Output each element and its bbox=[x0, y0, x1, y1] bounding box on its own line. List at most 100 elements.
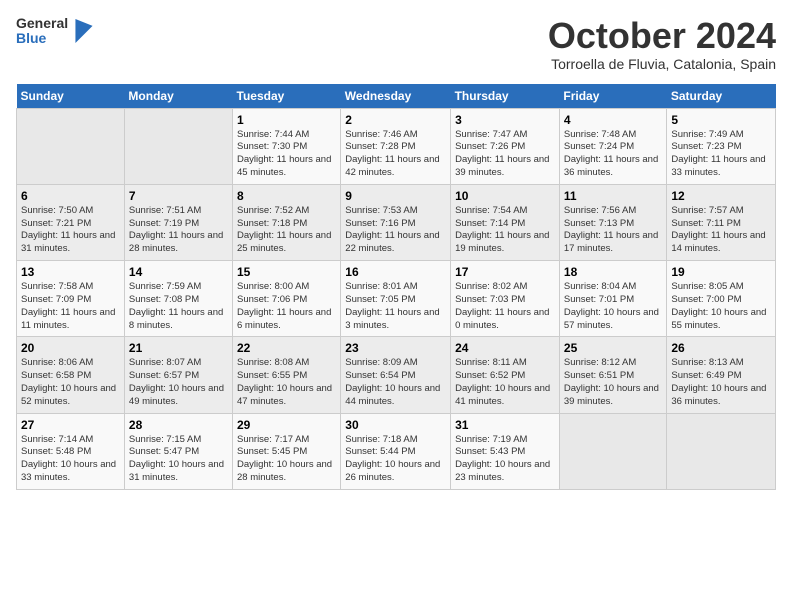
title-block: October 2024 Torroella de Fluvia, Catalo… bbox=[548, 16, 776, 72]
logo: General Blue bbox=[16, 16, 94, 47]
day-number: 27 bbox=[21, 418, 120, 432]
page-header: General Blue October 2024 Torroella de F… bbox=[16, 16, 776, 72]
calendar-cell: 5Sunrise: 7:49 AM Sunset: 7:23 PM Daylig… bbox=[667, 108, 776, 184]
calendar-cell: 11 Sunrise: 7:56 AM Sunset: 7:13 PM Dayli… bbox=[559, 184, 666, 260]
calendar-cell: 13 Sunrise: 7:58 AM Sunset: 7:09 PM Dayli… bbox=[17, 261, 125, 337]
calendar-cell: 24 Sunrise: 8:11 AM Sunset: 6:52 PM Dayli… bbox=[451, 337, 560, 413]
day-number: 25 bbox=[564, 341, 662, 355]
calendar-cell: 4 Sunrise: 7:48 AM Sunset: 7:24 PM Daylig… bbox=[559, 108, 666, 184]
calendar-cell: 25Sunrise: 8:12 AM Sunset: 6:51 PM Dayli… bbox=[559, 337, 666, 413]
cell-content: Sunrise: 8:02 AM Sunset: 7:03 PM Dayligh… bbox=[455, 281, 555, 332]
calendar-week-row: 27Sunrise: 7:14 AM Sunset: 5:48 PM Dayli… bbox=[17, 413, 776, 489]
day-number: 7 bbox=[129, 189, 228, 203]
calendar-cell: 7 Sunrise: 7:51 AM Sunset: 7:19 PM Daylig… bbox=[124, 184, 232, 260]
day-number: 30 bbox=[345, 418, 446, 432]
day-number: 15 bbox=[237, 265, 336, 279]
cell-content: Sunrise: 8:00 AM Sunset: 7:06 PM Dayligh… bbox=[237, 281, 336, 332]
cell-content: Sunrise: 8:01 AM Sunset: 7:05 PM Dayligh… bbox=[345, 281, 446, 332]
cell-content: Sunrise: 7:57 AM Sunset: 7:11 PM Dayligh… bbox=[671, 205, 771, 256]
calendar-cell: 22Sunrise: 8:08 AM Sunset: 6:55 PM Dayli… bbox=[233, 337, 341, 413]
calendar-cell: 28 Sunrise: 7:15 AM Sunset: 5:47 PM Dayli… bbox=[124, 413, 232, 489]
location-subtitle: Torroella de Fluvia, Catalonia, Spain bbox=[548, 56, 776, 72]
day-number: 1 bbox=[237, 113, 336, 127]
day-of-week-header: Monday bbox=[124, 84, 232, 109]
logo-icon bbox=[74, 19, 94, 43]
day-number: 12 bbox=[671, 189, 771, 203]
calendar-cell: 15 Sunrise: 8:00 AM Sunset: 7:06 PM Dayli… bbox=[233, 261, 341, 337]
cell-content: Sunrise: 7:18 AM Sunset: 5:44 PM Dayligh… bbox=[345, 434, 446, 485]
cell-content: Sunrise: 8:11 AM Sunset: 6:52 PM Dayligh… bbox=[455, 357, 555, 408]
calendar-cell: 21Sunrise: 8:07 AM Sunset: 6:57 PM Dayli… bbox=[124, 337, 232, 413]
calendar-cell: 3 Sunrise: 7:47 AM Sunset: 7:26 PM Daylig… bbox=[451, 108, 560, 184]
month-title: October 2024 bbox=[548, 16, 776, 56]
calendar-cell bbox=[124, 108, 232, 184]
day-number: 28 bbox=[129, 418, 228, 432]
day-number: 29 bbox=[237, 418, 336, 432]
cell-content: Sunrise: 8:06 AM Sunset: 6:58 PM Dayligh… bbox=[21, 357, 120, 408]
cell-content: Sunrise: 7:50 AM Sunset: 7:21 PM Dayligh… bbox=[21, 205, 120, 256]
day-number: 9 bbox=[345, 189, 446, 203]
day-number: 31 bbox=[455, 418, 555, 432]
calendar-cell: 6 Sunrise: 7:50 AM Sunset: 7:21 PM Daylig… bbox=[17, 184, 125, 260]
calendar-cell: 26 Sunrise: 8:13 AM Sunset: 6:49 PM Dayli… bbox=[667, 337, 776, 413]
calendar-cell: 8Sunrise: 7:52 AM Sunset: 7:18 PM Daylig… bbox=[233, 184, 341, 260]
day-of-week-header: Thursday bbox=[451, 84, 560, 109]
logo-general: General bbox=[16, 16, 68, 31]
cell-content: Sunrise: 8:09 AM Sunset: 6:54 PM Dayligh… bbox=[345, 357, 446, 408]
calendar-cell: 20Sunrise: 8:06 AM Sunset: 6:58 PM Dayli… bbox=[17, 337, 125, 413]
calendar-week-row: 6 Sunrise: 7:50 AM Sunset: 7:21 PM Daylig… bbox=[17, 184, 776, 260]
calendar-header-row: SundayMondayTuesdayWednesdayThursdayFrid… bbox=[17, 84, 776, 109]
cell-content: Sunrise: 8:08 AM Sunset: 6:55 PM Dayligh… bbox=[237, 357, 336, 408]
day-number: 5 bbox=[671, 113, 771, 127]
cell-content: Sunrise: 7:51 AM Sunset: 7:19 PM Dayligh… bbox=[129, 205, 228, 256]
day-number: 10 bbox=[455, 189, 555, 203]
day-number: 2 bbox=[345, 113, 446, 127]
calendar-cell: 18Sunrise: 8:04 AM Sunset: 7:01 PM Dayli… bbox=[559, 261, 666, 337]
day-number: 23 bbox=[345, 341, 446, 355]
cell-content: Sunrise: 7:56 AM Sunset: 7:13 PM Dayligh… bbox=[564, 205, 662, 256]
logo-blue: Blue bbox=[16, 31, 68, 46]
day-number: 17 bbox=[455, 265, 555, 279]
cell-content: Sunrise: 7:46 AM Sunset: 7:28 PM Dayligh… bbox=[345, 129, 446, 180]
calendar-cell: 31 Sunrise: 7:19 AM Sunset: 5:43 PM Dayli… bbox=[451, 413, 560, 489]
cell-content: Sunrise: 7:44 AM Sunset: 7:30 PM Dayligh… bbox=[237, 129, 336, 180]
cell-content: Sunrise: 8:07 AM Sunset: 6:57 PM Dayligh… bbox=[129, 357, 228, 408]
day-of-week-header: Tuesday bbox=[233, 84, 341, 109]
cell-content: Sunrise: 7:52 AM Sunset: 7:18 PM Dayligh… bbox=[237, 205, 336, 256]
day-number: 19 bbox=[671, 265, 771, 279]
calendar-cell: 14Sunrise: 7:59 AM Sunset: 7:08 PM Dayli… bbox=[124, 261, 232, 337]
calendar-cell: 29 Sunrise: 7:17 AM Sunset: 5:45 PM Dayli… bbox=[233, 413, 341, 489]
calendar-cell bbox=[667, 413, 776, 489]
calendar-week-row: 20Sunrise: 8:06 AM Sunset: 6:58 PM Dayli… bbox=[17, 337, 776, 413]
day-number: 6 bbox=[21, 189, 120, 203]
day-number: 24 bbox=[455, 341, 555, 355]
cell-content: Sunrise: 7:54 AM Sunset: 7:14 PM Dayligh… bbox=[455, 205, 555, 256]
calendar-cell: 17 Sunrise: 8:02 AM Sunset: 7:03 PM Dayli… bbox=[451, 261, 560, 337]
calendar-cell bbox=[559, 413, 666, 489]
cell-content: Sunrise: 8:13 AM Sunset: 6:49 PM Dayligh… bbox=[671, 357, 771, 408]
cell-content: Sunrise: 7:47 AM Sunset: 7:26 PM Dayligh… bbox=[455, 129, 555, 180]
cell-content: Sunrise: 7:58 AM Sunset: 7:09 PM Dayligh… bbox=[21, 281, 120, 332]
calendar-cell: 1 Sunrise: 7:44 AM Sunset: 7:30 PM Daylig… bbox=[233, 108, 341, 184]
cell-content: Sunrise: 7:48 AM Sunset: 7:24 PM Dayligh… bbox=[564, 129, 662, 180]
day-of-week-header: Saturday bbox=[667, 84, 776, 109]
day-number: 26 bbox=[671, 341, 771, 355]
day-number: 16 bbox=[345, 265, 446, 279]
day-number: 13 bbox=[21, 265, 120, 279]
calendar-cell: 2 Sunrise: 7:46 AM Sunset: 7:28 PM Daylig… bbox=[341, 108, 451, 184]
day-number: 11 bbox=[564, 189, 662, 203]
day-number: 3 bbox=[455, 113, 555, 127]
calendar-cell: 27Sunrise: 7:14 AM Sunset: 5:48 PM Dayli… bbox=[17, 413, 125, 489]
calendar-cell: 19 Sunrise: 8:05 AM Sunset: 7:00 PM Dayli… bbox=[667, 261, 776, 337]
calendar-cell bbox=[17, 108, 125, 184]
day-of-week-header: Sunday bbox=[17, 84, 125, 109]
cell-content: Sunrise: 8:04 AM Sunset: 7:01 PM Dayligh… bbox=[564, 281, 662, 332]
calendar-week-row: 1 Sunrise: 7:44 AM Sunset: 7:30 PM Daylig… bbox=[17, 108, 776, 184]
cell-content: Sunrise: 7:17 AM Sunset: 5:45 PM Dayligh… bbox=[237, 434, 336, 485]
day-number: 4 bbox=[564, 113, 662, 127]
cell-content: Sunrise: 8:05 AM Sunset: 7:00 PM Dayligh… bbox=[671, 281, 771, 332]
cell-content: Sunrise: 7:15 AM Sunset: 5:47 PM Dayligh… bbox=[129, 434, 228, 485]
cell-content: Sunrise: 7:19 AM Sunset: 5:43 PM Dayligh… bbox=[455, 434, 555, 485]
calendar-cell: 30 Sunrise: 7:18 AM Sunset: 5:44 PM Dayli… bbox=[341, 413, 451, 489]
cell-content: Sunrise: 7:53 AM Sunset: 7:16 PM Dayligh… bbox=[345, 205, 446, 256]
